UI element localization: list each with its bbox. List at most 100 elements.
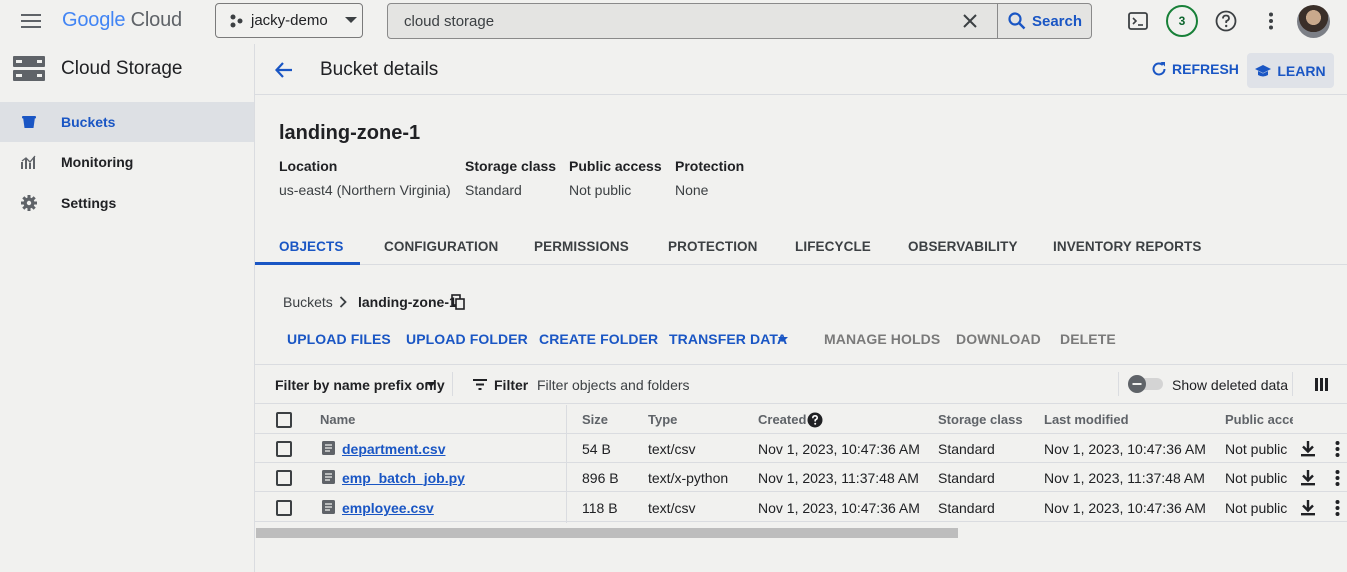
project-selector[interactable]: jacky-demo bbox=[215, 3, 363, 38]
more-vert-icon[interactable] bbox=[1335, 441, 1340, 457]
sidebar-item-label: Buckets bbox=[61, 114, 116, 130]
row-checkbox[interactable] bbox=[276, 470, 292, 486]
object-name-link[interactable]: department.csv bbox=[342, 441, 445, 457]
project-name: jacky-demo bbox=[251, 12, 328, 29]
sidebar-item-settings[interactable]: Settings bbox=[0, 183, 254, 223]
breadcrumb-current: landing-zone-1 bbox=[358, 294, 457, 310]
row-checkbox[interactable] bbox=[276, 441, 292, 457]
divider bbox=[452, 372, 453, 396]
copy-icon[interactable] bbox=[451, 294, 465, 310]
create-folder-button[interactable]: CREATE FOLDER bbox=[539, 331, 658, 347]
sidebar-item-buckets[interactable]: Buckets bbox=[0, 102, 254, 142]
avatar[interactable] bbox=[1297, 5, 1330, 38]
bucket-name: landing-zone-1 bbox=[279, 122, 421, 144]
column-display-icon[interactable] bbox=[1315, 378, 1328, 391]
filter-mode-select[interactable]: Filter by name prefix only bbox=[275, 377, 445, 393]
show-deleted-label: Show deleted data bbox=[1172, 377, 1288, 393]
refresh-button[interactable]: REFRESH bbox=[1151, 61, 1239, 77]
download-icon[interactable] bbox=[1301, 441, 1315, 457]
object-storage-class: Standard bbox=[938, 500, 995, 516]
file-icon bbox=[322, 441, 335, 455]
more-vert-icon[interactable] bbox=[1335, 470, 1340, 486]
transfer-dropdown-icon[interactable] bbox=[778, 337, 788, 343]
search-button-label: Search bbox=[1031, 12, 1083, 30]
column-header-public-access[interactable]: Public acces bbox=[1225, 412, 1293, 427]
object-created: Nov 1, 2023, 11:37:48 AM bbox=[758, 470, 919, 486]
notifications-badge[interactable]: 3 bbox=[1166, 5, 1198, 37]
download-icon[interactable] bbox=[1301, 470, 1315, 486]
filter-label: Filter bbox=[494, 377, 529, 393]
filter-bar: Filter by name prefix only Filter Filter… bbox=[255, 364, 1347, 404]
column-header-name[interactable]: Name bbox=[320, 412, 355, 427]
top-bar: Google Cloud jacky-demo cloud storage Se… bbox=[0, 0, 1347, 44]
object-size: 54 B bbox=[582, 441, 611, 457]
sidebar-item-label: Monitoring bbox=[61, 154, 134, 170]
object-size: 896 B bbox=[582, 470, 619, 486]
tab-lifecycle[interactable]: LIFECYCLE bbox=[795, 239, 871, 254]
sidebar-title: Cloud Storage bbox=[61, 58, 183, 79]
help-icon[interactable] bbox=[1215, 10, 1237, 32]
manage-holds-button[interactable]: MANAGE HOLDS bbox=[824, 331, 940, 347]
column-header-storage-class[interactable]: Storage class bbox=[938, 412, 1023, 427]
tab-permissions[interactable]: PERMISSIONS bbox=[534, 239, 629, 254]
file-icon bbox=[322, 500, 335, 514]
column-header-last-modified[interactable]: Last modified bbox=[1044, 412, 1129, 427]
logo-google: Google bbox=[62, 9, 126, 31]
column-header-type[interactable]: Type bbox=[648, 412, 677, 427]
object-created: Nov 1, 2023, 10:47:36 AM bbox=[758, 441, 920, 457]
tab-observability[interactable]: OBSERVABILITY bbox=[908, 239, 1018, 254]
object-public-access: Not public bbox=[1225, 500, 1288, 516]
table-row: employee.csv 118 B text/csv Nov 1, 2023,… bbox=[255, 493, 1347, 522]
hamburger-menu-icon[interactable] bbox=[21, 13, 41, 29]
meta-value-public-access: Not public bbox=[569, 182, 632, 198]
tab-configuration[interactable]: CONFIGURATION bbox=[384, 239, 498, 254]
tab-objects[interactable]: OBJECTS bbox=[279, 239, 343, 254]
row-checkbox[interactable] bbox=[276, 500, 292, 516]
show-deleted-toggle[interactable] bbox=[1127, 374, 1165, 394]
back-arrow-icon[interactable] bbox=[275, 61, 293, 79]
upload-files-button[interactable]: UPLOAD FILES bbox=[287, 331, 391, 347]
table-row: department.csv 54 B text/csv Nov 1, 2023… bbox=[255, 434, 1347, 463]
horizontal-scrollbar[interactable] bbox=[255, 525, 1347, 539]
active-tab-indicator bbox=[255, 262, 360, 265]
scrollbar-thumb[interactable] bbox=[256, 528, 958, 538]
download-button[interactable]: DOWNLOAD bbox=[956, 331, 1041, 347]
download-icon[interactable] bbox=[1301, 500, 1315, 516]
search-input[interactable]: cloud storage bbox=[404, 13, 494, 30]
cloud-shell-icon[interactable] bbox=[1128, 11, 1148, 31]
help-icon[interactable] bbox=[807, 412, 823, 428]
transfer-data-button[interactable]: TRANSFER DATA bbox=[669, 331, 787, 347]
chevron-down-icon[interactable] bbox=[426, 382, 436, 388]
search-button[interactable]: Search bbox=[997, 3, 1092, 39]
column-header-size[interactable]: Size bbox=[582, 412, 608, 427]
filter-input[interactable]: Filter objects and folders bbox=[537, 377, 690, 393]
breadcrumb-buckets[interactable]: Buckets bbox=[283, 294, 333, 310]
learn-button[interactable]: LEARN bbox=[1247, 53, 1334, 88]
object-type: text/x-python bbox=[648, 470, 729, 486]
page-title: Bucket details bbox=[320, 59, 439, 80]
sidebar-item-label: Settings bbox=[61, 195, 117, 211]
object-name-link[interactable]: emp_batch_job.py bbox=[342, 470, 465, 486]
object-name-link[interactable]: employee.csv bbox=[342, 500, 434, 516]
delete-button[interactable]: DELETE bbox=[1060, 331, 1116, 347]
tab-inventory-reports[interactable]: INVENTORY REPORTS bbox=[1053, 239, 1201, 254]
google-cloud-logo[interactable]: Google Cloud bbox=[62, 9, 182, 32]
search-bar[interactable]: cloud storage Search bbox=[387, 3, 1092, 39]
cloud-storage-icon bbox=[13, 56, 45, 82]
object-type: text/csv bbox=[648, 500, 696, 516]
tab-protection[interactable]: PROTECTION bbox=[668, 239, 758, 254]
project-icon bbox=[230, 14, 244, 28]
learn-label: LEARN bbox=[1277, 62, 1326, 79]
select-all-checkbox[interactable] bbox=[276, 412, 292, 428]
column-header-created[interactable]: Created bbox=[758, 412, 806, 427]
more-vert-icon[interactable] bbox=[1335, 500, 1340, 516]
sidebar-item-monitoring[interactable]: Monitoring bbox=[0, 142, 254, 182]
meta-label-location: Location bbox=[279, 158, 338, 174]
meta-value-protection: None bbox=[675, 182, 709, 198]
clear-search-icon[interactable] bbox=[962, 13, 978, 29]
more-vert-icon[interactable] bbox=[1268, 12, 1274, 30]
upload-folder-button[interactable]: UPLOAD FOLDER bbox=[406, 331, 528, 347]
bucket-icon bbox=[21, 114, 37, 130]
table-header: Name Size Type Created Storage class Las… bbox=[255, 405, 1347, 434]
refresh-icon bbox=[1151, 61, 1167, 77]
